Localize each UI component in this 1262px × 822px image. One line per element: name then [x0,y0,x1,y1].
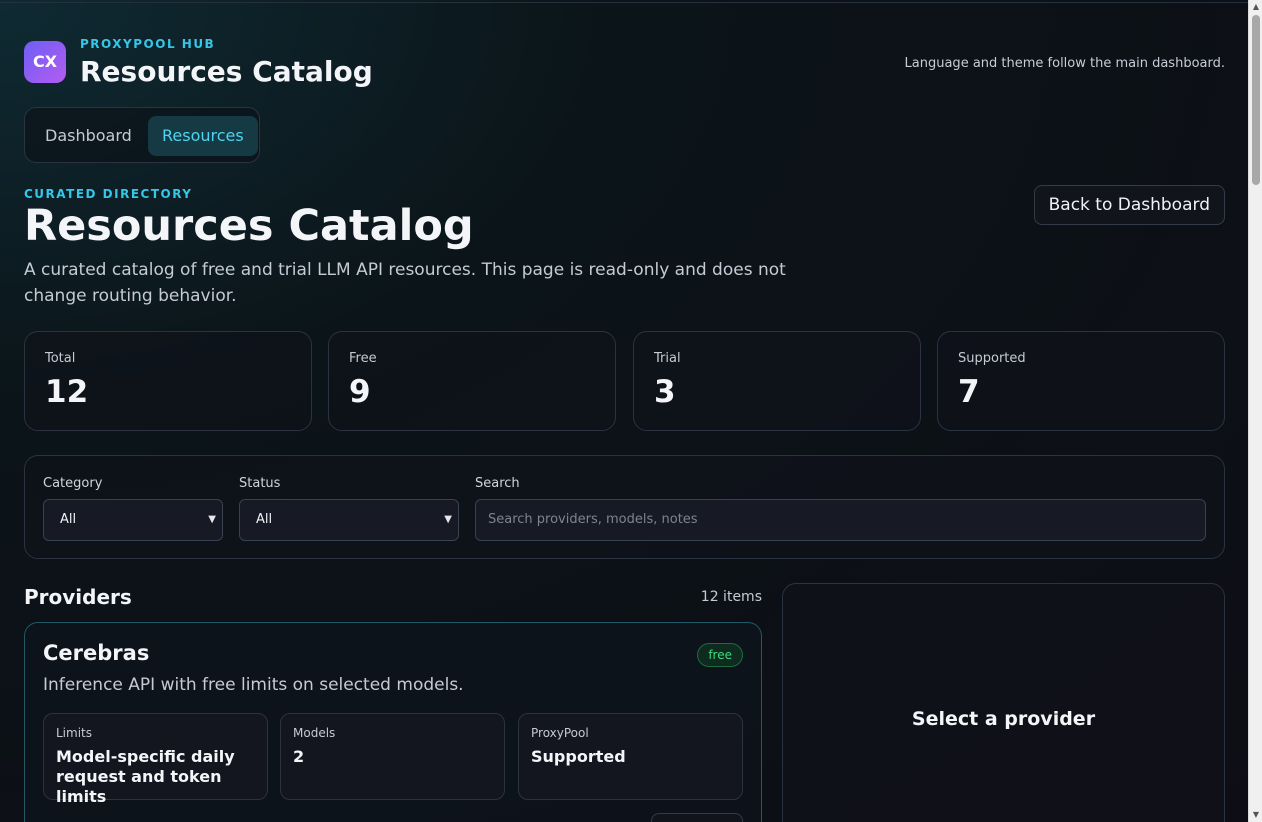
page-scrollbar[interactable]: ▲ ▼ [1248,0,1262,822]
provider-stat-value: Model-specific daily request and token l… [56,747,235,806]
stat-value: 12 [45,374,89,410]
tab-dashboard[interactable]: Dashboard [29,116,148,156]
search-input[interactable]: Search providers, models, notes [475,499,1206,541]
provider-stat-label: Limits [56,726,92,740]
provider-name: Cerebras [43,641,150,665]
page-description: A curated catalog of free and trial LLM … [24,260,786,306]
providers-count: 12 items [700,589,762,605]
language-theme-note: Language and theme follow the main dashb… [904,56,1225,71]
provider-stat-label: ProxyPool [531,726,589,740]
stat-value: 7 [958,374,980,410]
page-title: Resources Catalog [24,201,474,251]
category-select[interactable]: All ▼ [43,499,223,541]
provider-stat-label: Models [293,726,336,740]
scroll-thumb[interactable] [1252,15,1260,185]
top-nav: Dashboard Resources [24,107,260,163]
scroll-down-arrow-icon[interactable]: ▼ [1249,808,1262,822]
app-title: Resources Catalog [80,55,373,88]
stat-card-trial: Trial 3 [633,331,921,431]
section-eyebrow: CURATED DIRECTORY [24,187,193,201]
stat-label: Supported [958,351,1026,366]
back-to-dashboard-button[interactable]: Back to Dashboard [1033,185,1225,225]
category-label: Category [43,476,103,491]
provider-description: Inference API with free limits on select… [43,675,464,695]
stat-label: Total [45,351,76,366]
brand-name: PROXYPOOL HUB [80,37,216,51]
status-label: Status [239,476,281,491]
providers-heading: Providers [24,585,132,609]
status-select[interactable]: All ▼ [239,499,459,541]
provider-card[interactable]: Cerebras free Inference API with free li… [24,622,762,822]
app-logo: CX [24,41,66,83]
stat-value: 3 [654,374,676,410]
scroll-up-arrow-icon[interactable]: ▲ [1249,0,1262,14]
status-select-value: All [256,512,273,527]
chevron-down-icon: ▼ [208,514,216,525]
stat-label: Free [349,351,377,366]
search-label: Search [475,476,520,491]
provider-stat-value: Supported [531,747,626,766]
provider-detail-panel: Select a provider [782,583,1225,822]
page: CX PROXYPOOL HUB Resources Catalog Langu… [0,2,1248,822]
stat-card-supported: Supported 7 [937,331,1225,431]
provider-stat-value: 2 [293,747,305,766]
chevron-down-icon: ▼ [444,514,452,525]
stat-value: 9 [349,374,371,410]
tab-resources[interactable]: Resources [148,116,258,156]
provider-action-button[interactable] [651,813,743,822]
stat-card-free: Free 9 [328,331,616,431]
category-select-value: All [60,512,77,527]
status-badge: free [697,643,743,667]
provider-stat-limits: Limits Model-specific daily request and … [43,713,268,806]
stat-label: Trial [654,351,681,366]
filter-panel: Category All ▼ Status All ▼ Search Searc… [24,455,1225,559]
provider-stat-proxypool: ProxyPool Supported [518,713,743,800]
stat-card-total: Total 12 [24,331,312,431]
detail-empty-text: Select a provider [911,708,1096,730]
provider-stat-models: Models 2 [280,713,505,800]
